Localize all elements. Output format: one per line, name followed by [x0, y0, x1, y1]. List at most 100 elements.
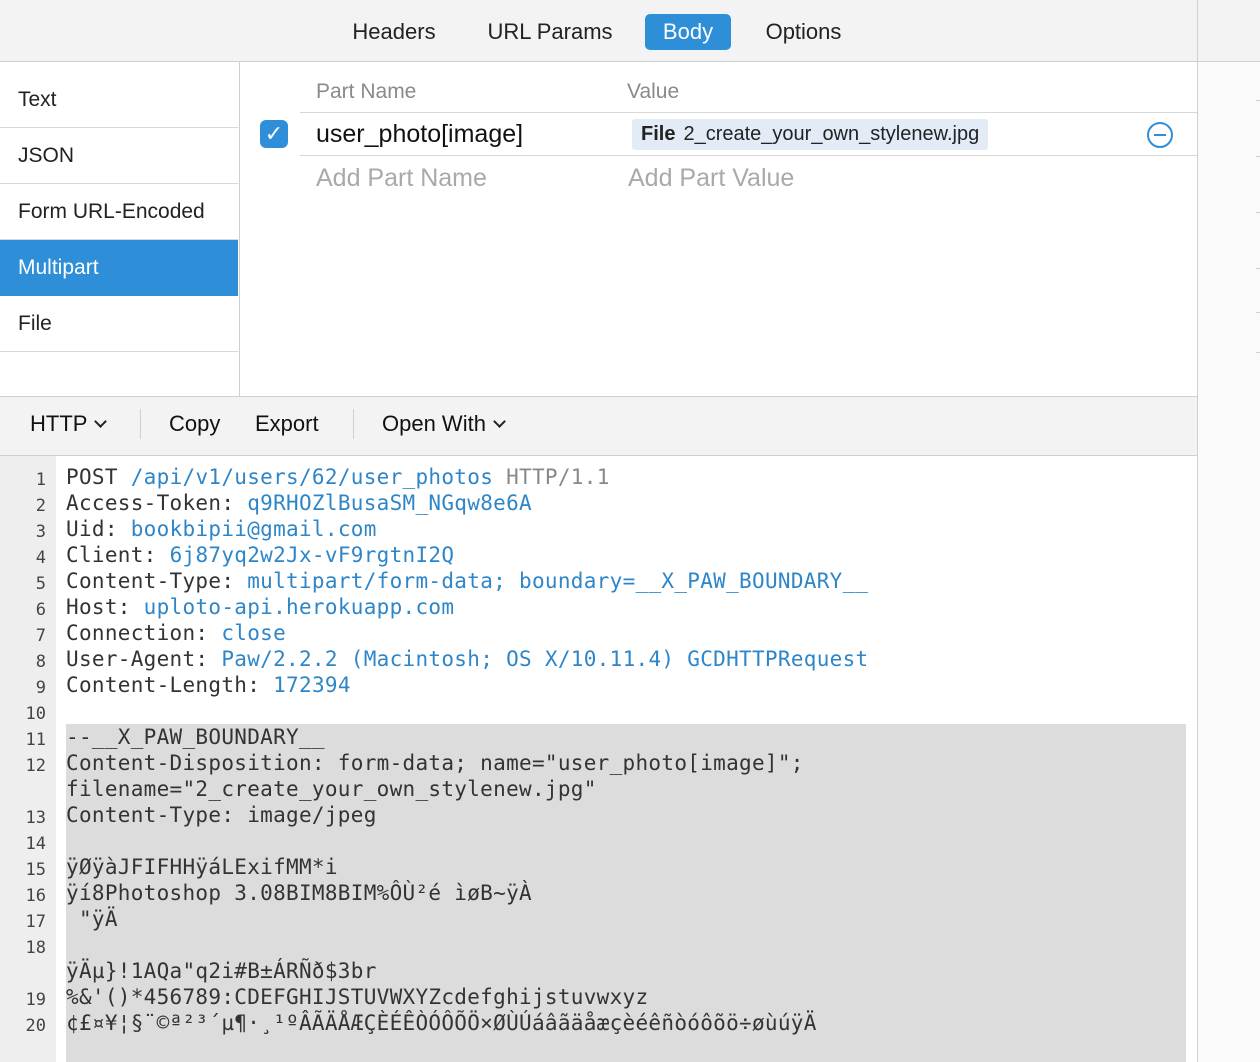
request-protocol: HTTP/1.1: [506, 465, 610, 489]
header-value: 6j87yq2w2Jx-vF9rgtnI2Q: [169, 543, 455, 567]
body-line: ÿÄµ}!1AQa"q2i#B±ÁRÑð$3br: [66, 959, 377, 983]
row-divider: [300, 155, 1197, 156]
paw-request-window: Headers URL Params Body Options Text JSO…: [0, 0, 1260, 1062]
header-key: Content-Length:: [66, 673, 261, 697]
line-number: 15: [25, 860, 46, 880]
line-number: 12: [25, 756, 46, 776]
line-number: 3: [35, 522, 46, 542]
body-type-multipart[interactable]: Multipart: [0, 240, 238, 296]
header-key: Connection:: [66, 621, 209, 645]
http-request-code-view[interactable]: 1 2 3 4 5 6 7 8 9 10 11 12 13 14 15 16 1…: [0, 456, 1197, 1062]
header-line: Content-Length: 172394: [66, 673, 351, 697]
body-line: "ÿÄ: [66, 907, 118, 931]
body-type-form-url-encoded[interactable]: Form URL-Encoded: [0, 184, 238, 240]
line-number: 18: [25, 938, 46, 958]
export-button[interactable]: Export: [255, 411, 319, 437]
line-number: 17: [25, 912, 46, 932]
body-line: %&'()*456789:CDEFGHIJSTUVWXYZcdefghijstu…: [66, 985, 649, 1009]
line-number: 10: [25, 704, 46, 724]
body-type-list: Text JSON Form URL-Encoded Multipart Fil…: [0, 62, 240, 396]
tab-url-params[interactable]: URL Params: [474, 14, 626, 50]
line-number: 4: [35, 548, 46, 568]
body-type-file[interactable]: File: [0, 296, 238, 352]
right-side-panel-edge: [1197, 0, 1260, 1062]
right-side-panel-header: [1198, 0, 1260, 62]
line-number: 13: [25, 808, 46, 828]
chevron-down-icon: [94, 415, 108, 428]
header-line: Connection: close: [66, 621, 286, 645]
tab-options[interactable]: Options: [750, 14, 857, 50]
request-method: POST: [66, 465, 118, 489]
header-value: 172394: [273, 673, 351, 697]
header-key: Access-Token:: [66, 491, 235, 515]
header-value: close: [221, 621, 287, 645]
toolbar-separator: [140, 409, 141, 439]
line-number: 1: [35, 470, 46, 490]
header-divider: [300, 112, 1197, 113]
line-number: 2: [35, 496, 46, 516]
body-line: --__X_PAW_BOUNDARY__: [66, 725, 325, 749]
header-line: Access-Token: q9RHOZlBusaSM_NGqw8e6A: [66, 491, 532, 515]
add-part-name-field[interactable]: Add Part Name: [316, 164, 487, 193]
panel-tick: [1256, 312, 1260, 313]
request-line: POST /api/v1/users/62/user_photos HTTP/1…: [66, 465, 610, 489]
body-line: filename="2_create_your_own_stylenew.jpg…: [66, 777, 597, 801]
header-key: User-Agent:: [66, 647, 209, 671]
remove-part-icon[interactable]: [1147, 122, 1173, 148]
line-number: 20: [25, 1016, 46, 1036]
line-number: 14: [25, 834, 46, 854]
line-number: 19: [25, 990, 46, 1010]
format-dropdown[interactable]: HTTP: [30, 411, 108, 437]
request-tab-bar: Headers URL Params Body Options: [0, 0, 1197, 62]
line-number: 6: [35, 600, 46, 620]
line-number: 8: [35, 652, 46, 672]
tab-body[interactable]: Body: [645, 14, 731, 50]
code-generator-toolbar: HTTP Copy Export Open With: [0, 396, 1197, 456]
column-header-part-name: Part Name: [316, 80, 417, 103]
panel-tick: [1256, 352, 1260, 353]
header-value: multipart/form-data; boundary=__X_PAW_BO…: [247, 569, 869, 593]
line-number: 16: [25, 886, 46, 906]
body-type-text[interactable]: Text: [0, 72, 238, 128]
chevron-down-icon: [493, 415, 506, 428]
header-value: bookbipii@gmail.com: [130, 517, 377, 541]
line-number: 5: [35, 574, 46, 594]
add-part-value-field[interactable]: Add Part Value: [628, 164, 794, 193]
header-key: Host:: [66, 595, 131, 619]
part-file-value[interactable]: File 2_create_your_own_stylenew.jpg: [632, 119, 989, 150]
header-line: Host: uploto-api.herokuapp.com: [66, 595, 454, 619]
multipart-parts-table: Part Name Value ✓ user_photo[image] File…: [241, 62, 1197, 396]
part-enabled-checkbox[interactable]: ✓: [260, 120, 288, 148]
part-name-field[interactable]: user_photo[image]: [316, 120, 523, 149]
header-line: Content-Type: multipart/form-data; bound…: [66, 569, 869, 593]
copy-button[interactable]: Copy: [169, 411, 220, 437]
panel-tick: [1256, 212, 1260, 213]
file-kind-label: File: [641, 123, 676, 145]
header-line: Uid: bookbipii@gmail.com: [66, 517, 377, 541]
panel-tick: [1256, 268, 1260, 269]
open-with-label: Open With: [382, 411, 486, 436]
body-line: Content-Disposition: form-data; name="us…: [66, 751, 804, 775]
header-value: uploto-api.herokuapp.com: [143, 595, 455, 619]
header-key: Client:: [66, 543, 157, 567]
body-line: ÿØÿàJFIFHHÿáLExifMM*i: [66, 855, 338, 879]
line-number: 11: [25, 730, 46, 750]
request-path: /api/v1/users/62/user_photos: [130, 465, 494, 489]
body-type-json[interactable]: JSON: [0, 128, 238, 184]
header-key: Uid:: [66, 517, 118, 541]
body-line: ¢£¤¥¦§¨©ª²³´µ¶·¸¹ºÂÃÄÅÆÇÈÉÊÒÓÔÕÖ×ØÙÚáâãä…: [66, 1011, 817, 1035]
column-header-value: Value: [627, 80, 680, 103]
file-name: 2_create_your_own_stylenew.jpg: [683, 123, 980, 145]
panel-tick: [1256, 156, 1260, 157]
open-with-dropdown[interactable]: Open With: [382, 411, 506, 437]
format-label: HTTP: [30, 411, 88, 436]
tab-headers[interactable]: Headers: [338, 14, 450, 50]
body-line: Content-Type: image/jpeg: [66, 803, 377, 827]
line-number: 9: [35, 678, 46, 698]
header-value: q9RHOZlBusaSM_NGqw8e6A: [247, 491, 532, 515]
body-line: ÿí8Photoshop 3.08BIM8BIM%ÔÙ²é ìøB~ÿÀ: [66, 881, 532, 905]
line-number: 7: [35, 626, 46, 646]
panel-tick: [1256, 100, 1260, 101]
header-line: Client: 6j87yq2w2Jx-vF9rgtnI2Q: [66, 543, 454, 567]
header-value: Paw/2.2.2 (Macintosh; OS X/10.11.4) GCDH…: [221, 647, 869, 671]
